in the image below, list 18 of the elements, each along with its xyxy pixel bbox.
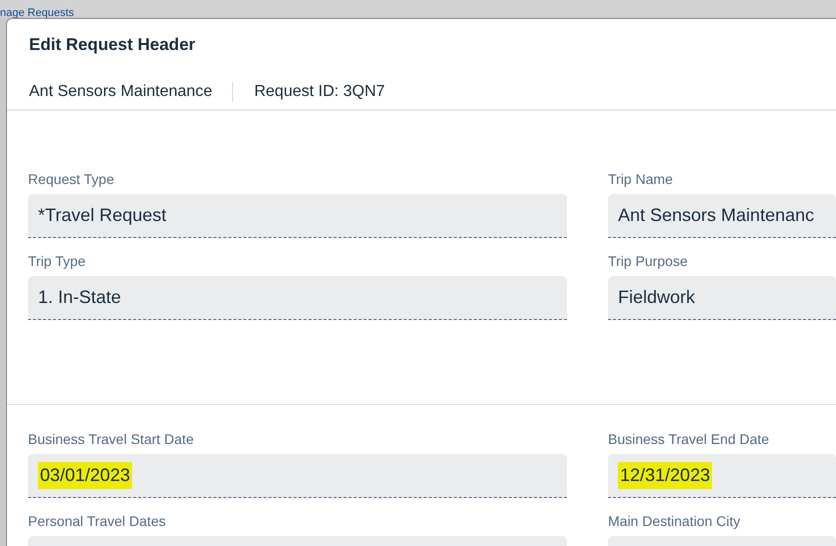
input-field[interactable]: Fieldwork (608, 276, 836, 320)
field-label: Trip Purpose (608, 253, 688, 269)
input-field[interactable]: *Travel Request (28, 194, 567, 238)
input-field[interactable]: Ant Sensors Maintenanc (608, 194, 836, 238)
trip-name-text: Ant Sensors Maintenance (29, 82, 212, 102)
request-id-text: Request ID: 3QN7 (254, 82, 385, 102)
field-label: Trip Name (608, 171, 673, 187)
field-label: Request Type (28, 171, 114, 187)
input-field[interactable]: 12/31/2023 (608, 454, 836, 498)
field-label: Personal Travel Dates (28, 513, 166, 529)
field-label: Main Destination City (608, 513, 740, 529)
requests-link[interactable]: nage Requests (0, 6, 74, 21)
dialog-title: Edit Request Header (29, 35, 196, 54)
field-label: Business Travel End Date (608, 431, 770, 447)
field-label: Business Travel Start Date (28, 431, 194, 447)
field-label: Trip Type (28, 253, 86, 269)
input-field[interactable]: 03/01/2023 (28, 454, 567, 498)
input-field[interactable]: 1. In-State (28, 276, 567, 320)
